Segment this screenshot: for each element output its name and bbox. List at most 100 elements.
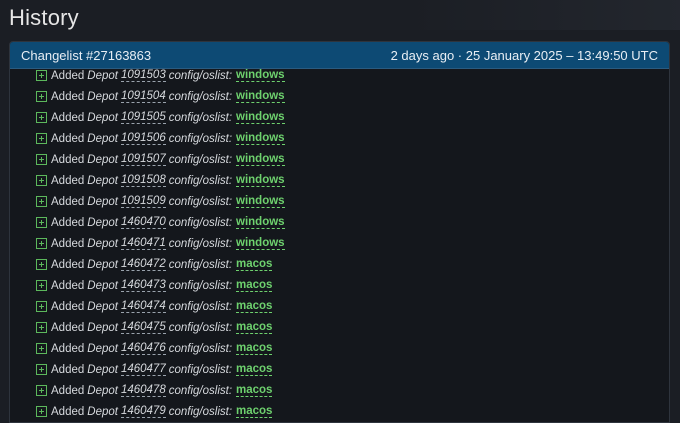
oslist-value-link[interactable]: macos [236,321,273,334]
plus-square-icon [36,112,47,123]
oslist-value-link[interactable]: windows [236,216,285,229]
depot-id-link[interactable]: 1460472 [120,258,166,271]
list-item: Added Depot 1460471 config/oslist: windows [10,233,669,254]
plus-square-icon [36,133,47,144]
oslist-value-link[interactable]: macos [236,384,273,397]
plus-square-icon [36,364,47,375]
entry-verb: Added [51,174,85,187]
entry-verb: Added [51,111,85,124]
entry-verb: Added [51,258,85,271]
depot-id-link[interactable]: 1460470 [120,216,166,229]
entry-verb: Added [51,300,85,313]
entry-path: config/oslist: [168,195,233,208]
plus-square-icon [36,217,47,228]
depot-id-link[interactable]: 1460478 [120,384,166,397]
entry-verb: Added [51,405,85,418]
oslist-value-link[interactable]: macos [236,363,273,376]
plus-square-icon [36,322,47,333]
entry-depot-label: Depot [87,132,118,145]
depot-id-link[interactable]: 1460474 [120,300,166,313]
list-item: Added Depot 1091506 config/oslist: windows [10,128,669,149]
oslist-value-link[interactable]: windows [236,90,285,103]
entry-path: config/oslist: [168,216,233,229]
depot-id-link[interactable]: 1460475 [120,321,166,334]
entry-depot-label: Depot [87,111,118,124]
oslist-value-link[interactable]: macos [236,405,273,418]
entry-path: config/oslist: [168,69,233,82]
depot-id-link[interactable]: 1460473 [120,279,166,292]
entry-depot-label: Depot [87,363,118,376]
depot-id-link[interactable]: 1091509 [120,195,166,208]
list-item: Added Depot 1460470 config/oslist: windows [10,212,669,233]
oslist-value-link[interactable]: macos [236,342,273,355]
plus-square-icon [36,406,47,417]
plus-square-icon [36,259,47,270]
header-shadow [0,0,680,30]
entry-depot-label: Depot [87,300,118,313]
changelist-title[interactable]: Changelist #27163863 [21,48,151,63]
entry-depot-label: Depot [87,321,118,334]
depot-id-link[interactable]: 1460471 [120,237,166,250]
entry-depot-label: Depot [87,69,118,82]
list-item: Added Depot 1460472 config/oslist: macos [10,254,669,275]
plus-square-icon [36,91,47,102]
entry-verb: Added [51,132,85,145]
entry-path: config/oslist: [168,237,233,250]
oslist-value-link[interactable]: windows [236,69,285,82]
entry-verb: Added [51,237,85,250]
list-item: Added Depot 1091508 config/oslist: windows [10,170,669,191]
entry-path: config/oslist: [168,279,233,292]
depot-id-link[interactable]: 1460479 [120,405,166,418]
depot-id-link[interactable]: 1091503 [120,69,166,82]
changelist-panel: Changelist #27163863 2 days ago · 25 Jan… [9,41,670,423]
depot-id-link[interactable]: 1091506 [120,132,166,145]
entry-depot-label: Depot [87,174,118,187]
entry-depot-label: Depot [87,216,118,229]
changelist-date: 2 days ago · 25 January 2025 – 13:49:50 … [390,47,658,63]
oslist-value-link[interactable]: macos [236,300,273,313]
entry-list: Added Depot 1091503 config/oslist: windows Ad… [10,65,669,422]
depot-id-link[interactable]: 1460477 [120,363,166,376]
entry-verb: Added [51,69,85,82]
entry-path: config/oslist: [168,153,233,166]
entry-depot-label: Depot [87,405,118,418]
entry-depot-label: Depot [87,195,118,208]
oslist-value-link[interactable]: windows [236,111,285,124]
oslist-value-link[interactable]: windows [236,195,285,208]
entry-path: config/oslist: [168,342,233,355]
entry-path: config/oslist: [168,174,233,187]
list-item: Added Depot 1460473 config/oslist: macos [10,275,669,296]
list-item: Added Depot 1091503 config/oslist: windows [10,65,669,86]
entry-path: config/oslist: [168,90,233,103]
oslist-value-link[interactable]: macos [236,258,273,271]
entry-path: config/oslist: [168,384,233,397]
entry-verb: Added [51,321,85,334]
plus-square-icon [36,301,47,312]
plus-square-icon [36,343,47,354]
entry-verb: Added [51,216,85,229]
plus-square-icon [36,70,47,81]
oslist-value-link[interactable]: macos [236,279,273,292]
entry-verb: Added [51,279,85,292]
list-item: Added Depot 1460477 config/oslist: macos [10,359,669,380]
oslist-value-link[interactable]: windows [236,237,285,250]
list-item: Added Depot 1091505 config/oslist: windows [10,107,669,128]
entry-depot-label: Depot [87,279,118,292]
oslist-value-link[interactable]: windows [236,132,285,145]
depot-id-link[interactable]: 1091507 [120,153,166,166]
entry-path: config/oslist: [168,321,233,334]
plus-square-icon [36,280,47,291]
entry-verb: Added [51,90,85,103]
depot-id-link[interactable]: 1091504 [120,90,166,103]
oslist-value-link[interactable]: windows [236,174,285,187]
oslist-value-link[interactable]: windows [236,153,285,166]
entry-verb: Added [51,342,85,355]
entry-path: config/oslist: [168,363,233,376]
list-item: Added Depot 1460476 config/oslist: macos [10,338,669,359]
depot-id-link[interactable]: 1091508 [120,174,166,187]
plus-square-icon [36,385,47,396]
depot-id-link[interactable]: 1091505 [120,111,166,124]
list-item: Added Depot 1091507 config/oslist: windows [10,149,669,170]
plus-square-icon [36,175,47,186]
depot-id-link[interactable]: 1460476 [120,342,166,355]
